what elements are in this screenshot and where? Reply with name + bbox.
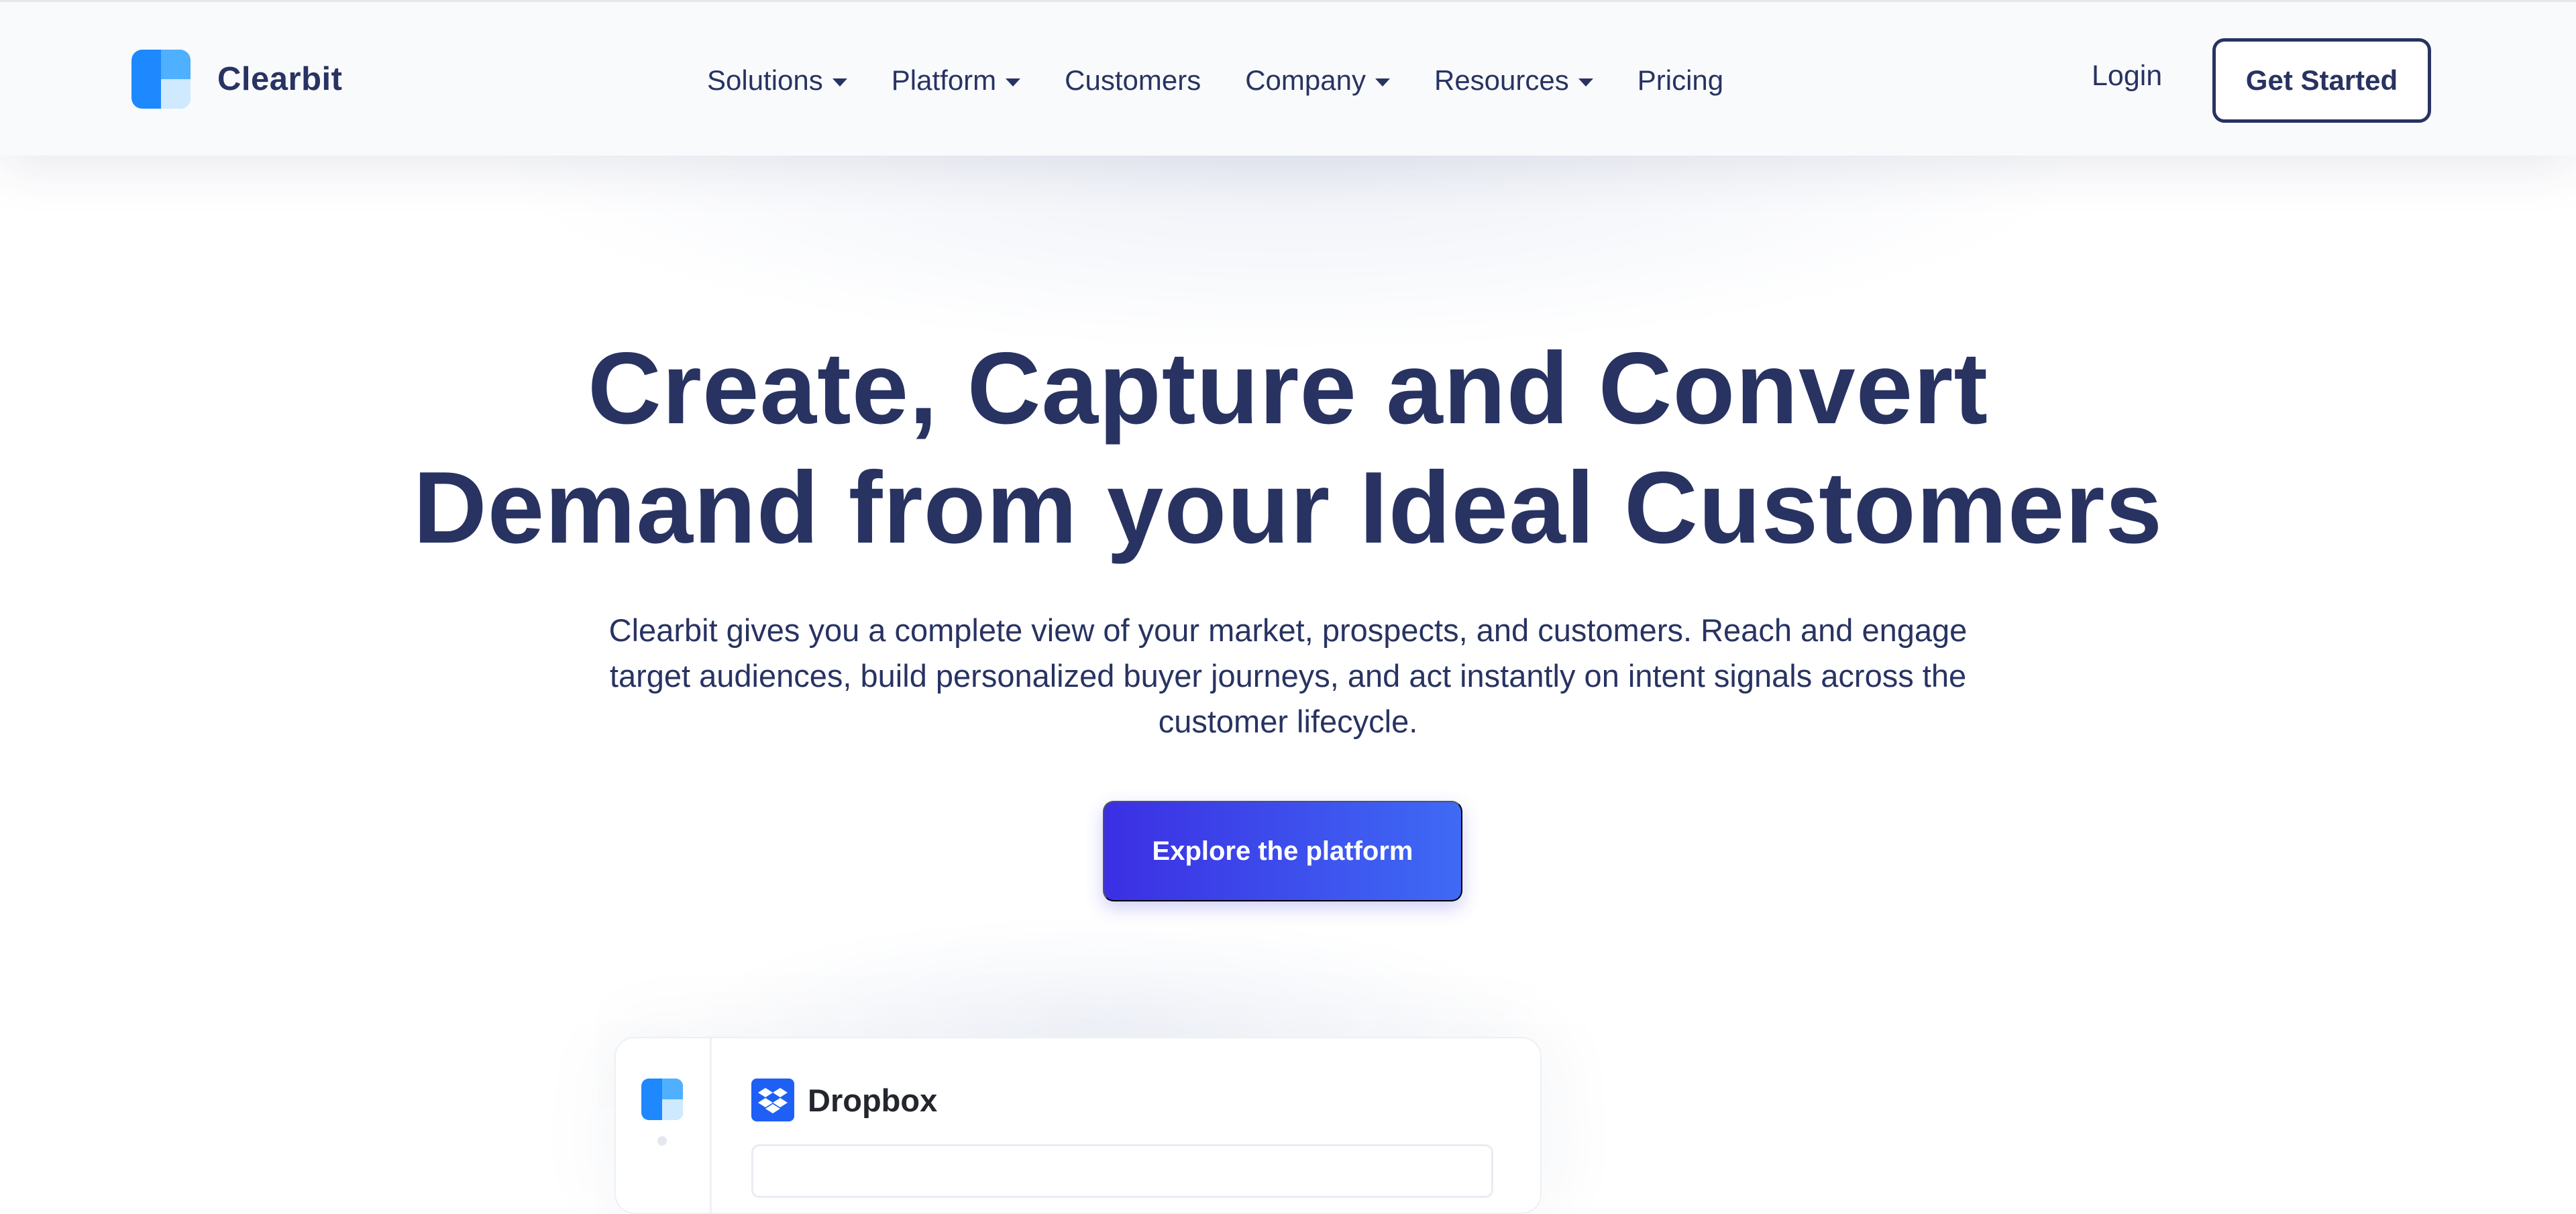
explore-platform-button[interactable]: Explore the platform bbox=[1103, 801, 1462, 901]
nav-item-solutions[interactable]: Solutions bbox=[707, 64, 847, 97]
nav-item-customers[interactable]: Customers bbox=[1065, 64, 1201, 97]
get-started-button[interactable]: Get Started bbox=[2212, 38, 2431, 123]
clearbit-logo-icon bbox=[641, 1079, 683, 1120]
caret-down-icon bbox=[1578, 78, 1593, 87]
nav-item-resources[interactable]: Resources bbox=[1434, 64, 1593, 97]
page-background bbox=[0, 0, 2576, 1155]
nav-item-platform[interactable]: Platform bbox=[891, 64, 1021, 97]
caret-down-icon bbox=[1006, 78, 1021, 87]
hero-title-line-1: Create, Capture and Convert bbox=[588, 331, 1988, 445]
main-nav: Solutions Platform Customers Company Res… bbox=[707, 57, 1723, 104]
clearbit-logo-icon bbox=[131, 50, 191, 109]
company-header: Dropbox bbox=[751, 1079, 937, 1121]
brand-name: Clearbit bbox=[217, 61, 343, 97]
top-navbar: Clearbit Solutions Platform Customers Co… bbox=[0, 0, 2576, 156]
nav-item-label: Platform bbox=[891, 64, 997, 96]
hero-title-line-2: Demand from your Ideal Customers bbox=[413, 451, 2163, 565]
company-name: Dropbox bbox=[808, 1082, 938, 1118]
nav-item-company[interactable]: Company bbox=[1245, 64, 1390, 97]
hero-title: Create, Capture and Convert Demand from … bbox=[0, 329, 2576, 567]
nav-item-label: Solutions bbox=[707, 64, 823, 96]
nav-item-label: Resources bbox=[1434, 64, 1569, 96]
nav-item-label: Pricing bbox=[1637, 64, 1724, 96]
brand-home-link[interactable]: Clearbit bbox=[131, 48, 342, 111]
nav-item-label: Customers bbox=[1065, 64, 1201, 96]
caret-down-icon bbox=[832, 78, 847, 87]
preview-sidebar bbox=[616, 1038, 712, 1213]
nav-item-pricing[interactable]: Pricing bbox=[1638, 64, 1723, 97]
hero-subtitle: Clearbit gives you a complete view of yo… bbox=[608, 612, 1968, 739]
app-preview-card: Dropbox bbox=[614, 1037, 1542, 1214]
login-link[interactable]: Login bbox=[2092, 60, 2162, 93]
preview-field bbox=[751, 1144, 1493, 1198]
dropbox-icon bbox=[751, 1079, 794, 1121]
sidebar-dot bbox=[657, 1136, 667, 1146]
nav-item-label: Company bbox=[1245, 64, 1366, 96]
caret-down-icon bbox=[1375, 78, 1390, 87]
